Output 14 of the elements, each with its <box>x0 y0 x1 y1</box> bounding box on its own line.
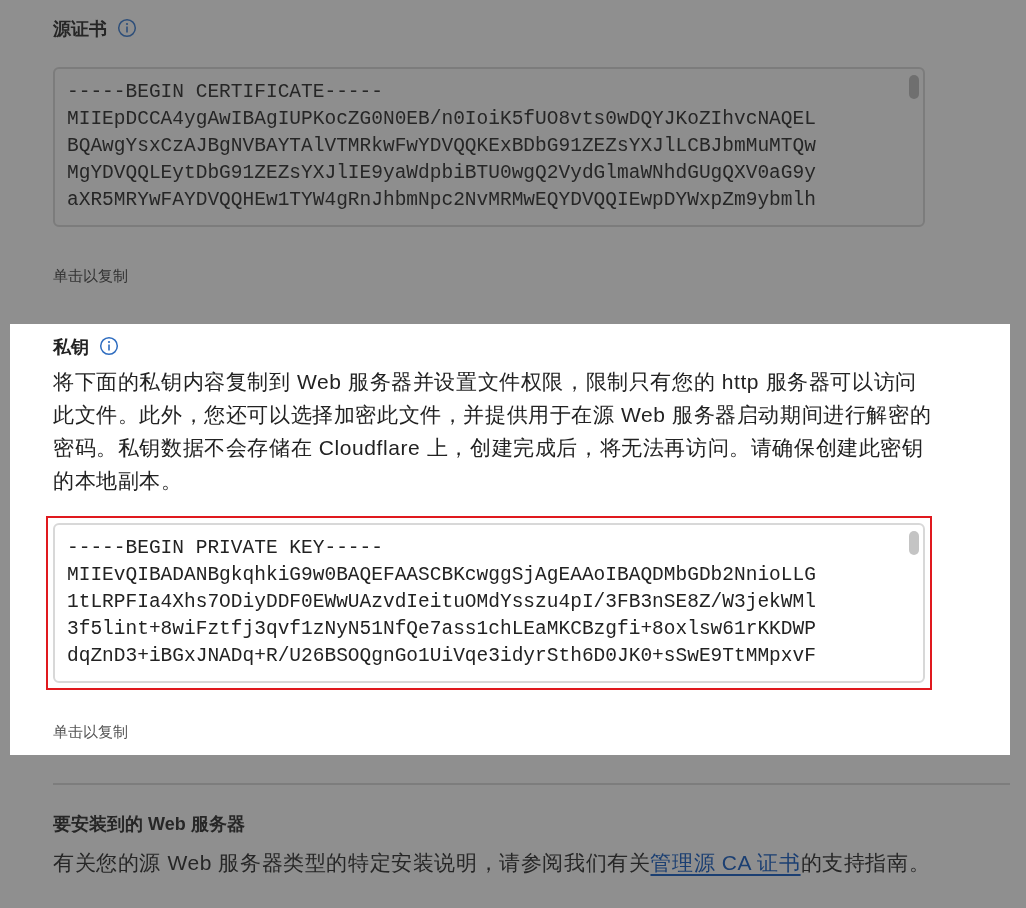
scroll-thumb[interactable] <box>909 530 919 555</box>
section-title: 源证书 <box>53 18 107 41</box>
scroll-thumb[interactable] <box>909 75 919 99</box>
key-textarea[interactable]: -----BEGIN PRIVATE KEY----- MIIEvQIBADANBgkqhkiG9w0BAQEFAASCBKcwggSjAgEAAoIBAQDMbGDb2NnioLLG 1tLRPFIa4Xhs7ODiyDDF0EWwUAzvdIeituOMdYsszu4pI/3FB3nSE8Z/W3jekWMl 3f5lint+8wiFztfj3qvf1zNyN51NfQe7ass1chLEaMKCBzgfi+8oxlsw61rKKDWP dqZnD3+iBGxJNADq+R/U26BSOQgnGo1UiVqe3idyrSth6D0JK0+sSwE9TtMMpxvF <box>53 522 925 683</box>
section-title: 私钥 <box>53 335 89 359</box>
section-description: 有关您的源 Web 服务器类型的特定安装说明，请参阅我们有关管理源 CA 证书的支持指南。 <box>53 850 932 876</box>
info-icon[interactable] <box>117 18 137 38</box>
info-icon[interactable] <box>99 335 119 356</box>
key-textarea[interactable]: -----BEGIN CERTIFICATE----- MIIEpDCCA4ygAwIBAgIUPKocZG0N0EB/n0IoiK5fUO8vts0wDQYJKoZIhvcNAQEL BQAwgYsxCzAJBgNVBAYTAlVTMRkwFwYDVQQKExBDbG91ZEZsYXJlLCBJbmMuMTQw MgYDVQQLEytDbG91ZEZsYXJlIE9yaWdpbiBTU0wgQ2VydGlmaWNhdGUgQXV0aG9y aXR5MRYwFAYDVQQHEw1TYW4gRnJhbmNpc2NvMRMwEQYDVQQIEwpDYWxpZm9ybmlh <box>53 67 925 227</box>
section-description: 将下面的私钥内容复制到 Web 服务器并设置文件权限，限制只有您的 http 服务器可以访问此文件。此外，您还可以选择加密此文件，并提供用于在源 Web 服务器启动期间进行解密的密码。私钥数据不会存储在 Cloudflare 上，创建完成后，将无法再访问。请确保创建此密钥的本地副本。 <box>53 368 933 494</box>
support-link[interactable]: 管理源 CA 证书 <box>650 851 801 874</box>
copy-hint[interactable]: 单击以复制 <box>53 265 128 324</box>
section-title: 要安装到的 Web 服务器 <box>53 813 245 836</box>
copy-hint[interactable]: 单击以复制 <box>53 720 128 755</box>
